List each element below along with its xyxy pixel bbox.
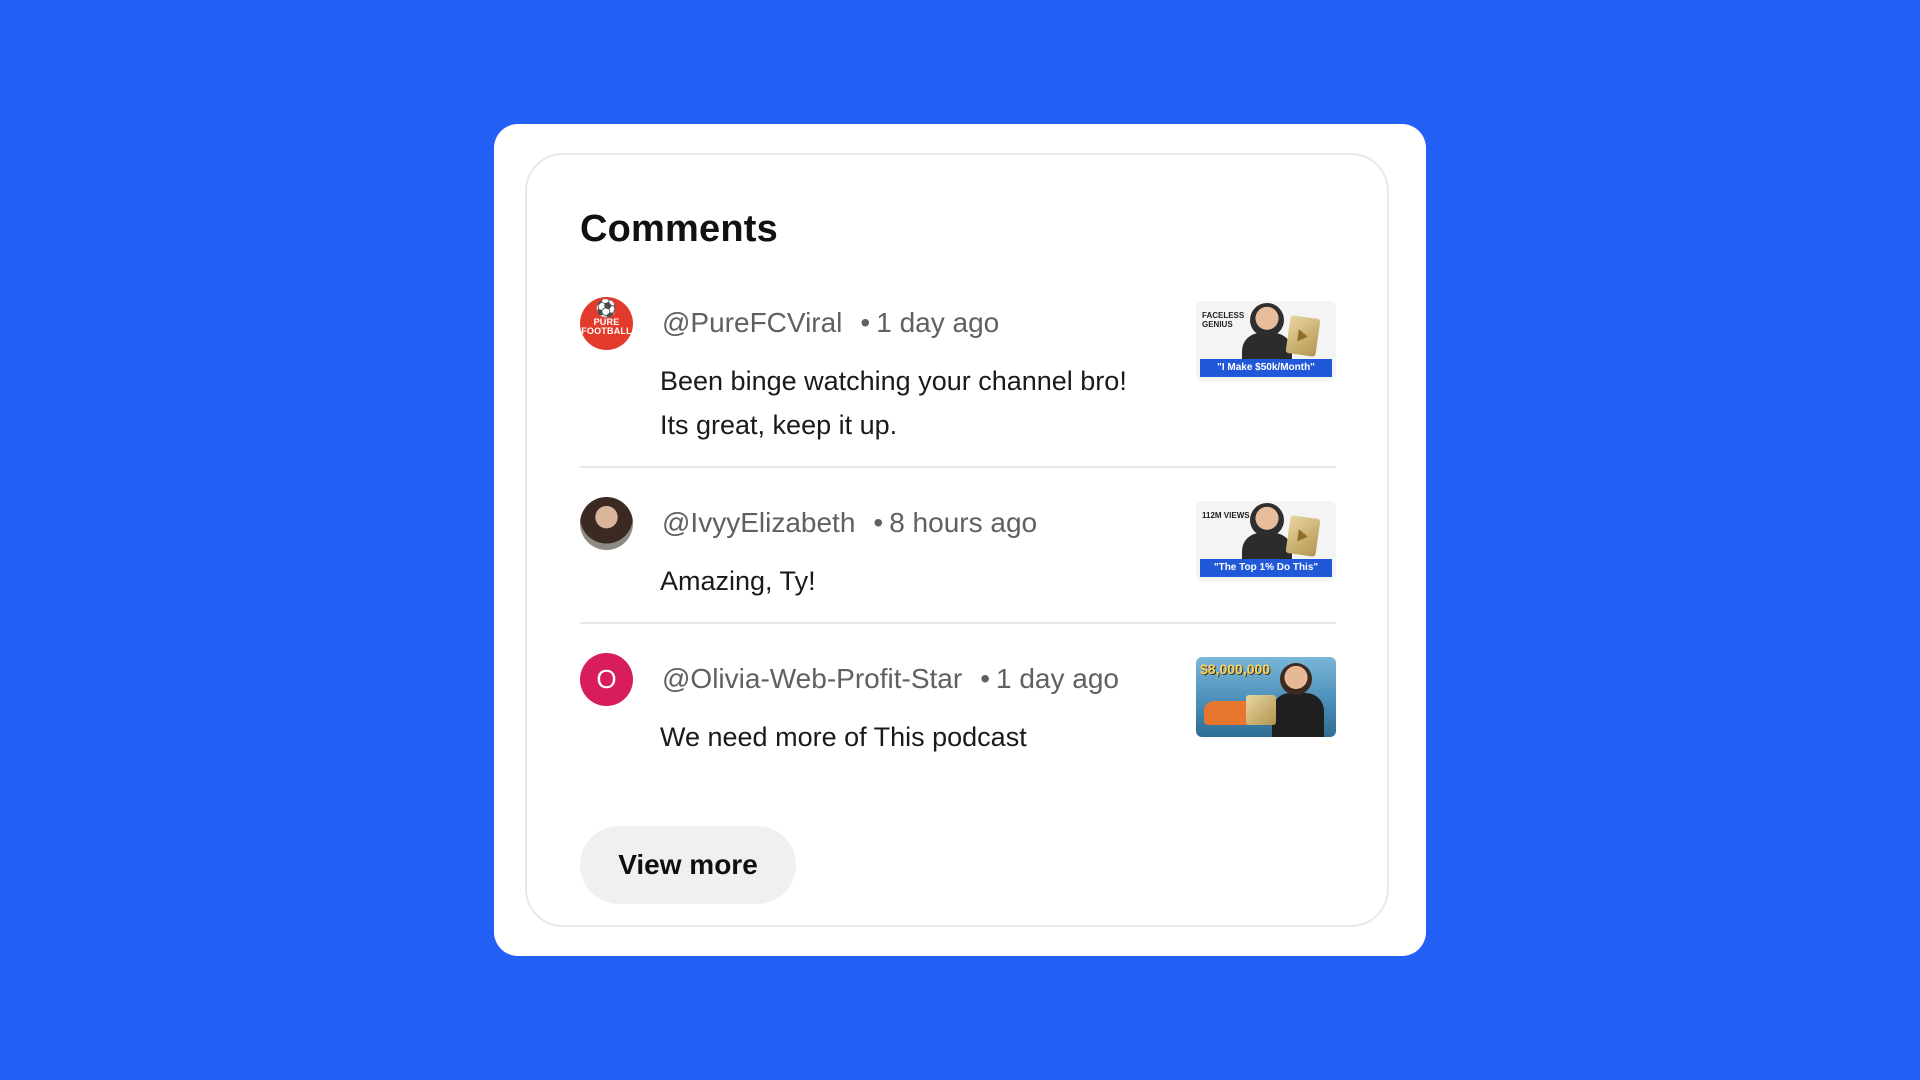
comment-timestamp: 1 day ago: [996, 663, 1119, 694]
avatar-label: PURE FOOTBALL: [581, 317, 632, 336]
comments-panel: Comments ⚽ PURE FOOTBALL @PureFCViral • 1 …: [525, 153, 1389, 927]
comment-item: O @Olivia-Web-Profit-Star • 1 day ago We n…: [580, 653, 1336, 763]
comment-timestamp: 8 hours ago: [889, 507, 1038, 538]
comment-item: @IvyyElizabeth • 8 hours ago Amazing, Ty! …: [580, 497, 1336, 631]
avatar[interactable]: [580, 497, 633, 550]
thumbnail-caption: $8,000,000: [1200, 661, 1271, 677]
thumbnail-caption: 112M VIEWS: [1202, 511, 1250, 520]
comment-text: Been binge watching your channel bro! It…: [660, 359, 1180, 447]
comment-header: @Olivia-Web-Profit-Star • 1 day ago: [662, 663, 1119, 695]
video-thumbnail[interactable]: FACELESS GENIUS "I Make $50k/Month": [1196, 301, 1336, 381]
divider: [580, 622, 1336, 624]
comment-line: Been binge watching your channel bro!: [660, 366, 1127, 396]
avatar[interactable]: ⚽ PURE FOOTBALL: [580, 297, 633, 350]
comment-item: ⚽ PURE FOOTBALL @PureFCViral • 1 day ago B…: [580, 297, 1336, 463]
play-button-icon: [1285, 515, 1321, 557]
comment-timestamp: 1 day ago: [876, 307, 1000, 338]
comment-line: Amazing, Ty!: [660, 566, 816, 596]
play-button-icon: [1285, 315, 1321, 357]
soccer-ball-icon: ⚽: [595, 299, 618, 318]
thumbnail-banner: "The Top 1% Do This": [1200, 559, 1332, 577]
comment-header: @IvyyElizabeth • 8 hours ago: [662, 507, 1037, 539]
separator-dot: •: [873, 507, 884, 538]
view-more-button[interactable]: View more: [580, 826, 796, 904]
thumbnail-caption: FACELESS GENIUS: [1202, 311, 1245, 329]
comment-text: We need more of This podcast: [660, 715, 1180, 759]
separator-dot: •: [980, 663, 990, 694]
comments-widget: Comments ⚽ PURE FOOTBALL @PureFCViral • 1 …: [494, 124, 1426, 956]
divider: [580, 466, 1336, 468]
comment-username[interactable]: @Olivia-Web-Profit-Star: [662, 663, 962, 694]
thumbnail-person: [1250, 303, 1284, 337]
thumbnail-person-body: [1272, 693, 1324, 737]
video-thumbnail[interactable]: $8,000,000: [1196, 657, 1336, 737]
thumbnail-banner: "I Make $50k/Month": [1200, 359, 1332, 377]
comment-username[interactable]: @IvyyElizabeth: [662, 507, 855, 538]
comment-line: Its great, keep it up.: [660, 410, 898, 440]
thumbnail-person: [1280, 663, 1312, 695]
comment-username[interactable]: @PureFCViral: [662, 307, 842, 338]
comments-title: Comments: [580, 208, 778, 250]
video-thumbnail[interactable]: 112M VIEWS "The Top 1% Do This": [1196, 501, 1336, 581]
separator-dot: •: [860, 307, 871, 338]
comment-header: @PureFCViral • 1 day ago: [662, 307, 999, 339]
thumbnail-person: [1250, 503, 1284, 537]
avatar[interactable]: O: [580, 653, 633, 706]
comment-text: Amazing, Ty!: [660, 559, 1180, 603]
comment-line: We need more of This podcast: [660, 722, 1027, 752]
play-button-icon: [1246, 695, 1276, 725]
